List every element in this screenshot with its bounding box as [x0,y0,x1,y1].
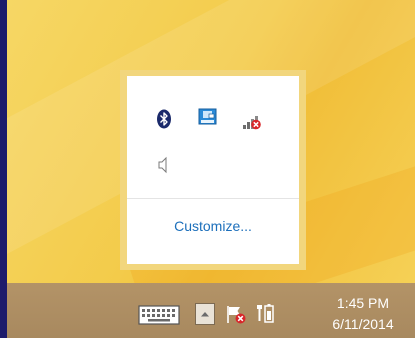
network-disconnected-icon[interactable] [241,110,263,132]
taskbar: 1:45 PM 6/11/2014 [7,283,415,338]
action-center-icon[interactable] [224,303,248,325]
touch-keyboard-button[interactable] [136,303,182,327]
popup-separator [127,198,299,199]
taskbar-clock[interactable]: 1:45 PM 6/11/2014 [318,293,408,335]
show-hidden-icons-button[interactable] [195,303,215,325]
bluetooth-icon[interactable] [153,108,175,130]
notification-overflow-popup: Customize... [120,70,306,270]
power-plug-icon[interactable] [254,301,276,325]
overflow-icon-grid [127,76,299,196]
notification-overflow-panel: Customize... [127,76,299,264]
network-manager-icon[interactable] [197,107,219,129]
clock-time: 1:45 PM [336,295,390,311]
keyboard-icon [138,305,180,325]
speaker-icon[interactable] [153,154,175,176]
chevron-up-icon [201,312,209,317]
clock-date: 6/11/2014 [332,316,394,332]
customize-link[interactable]: Customize... [127,218,299,234]
